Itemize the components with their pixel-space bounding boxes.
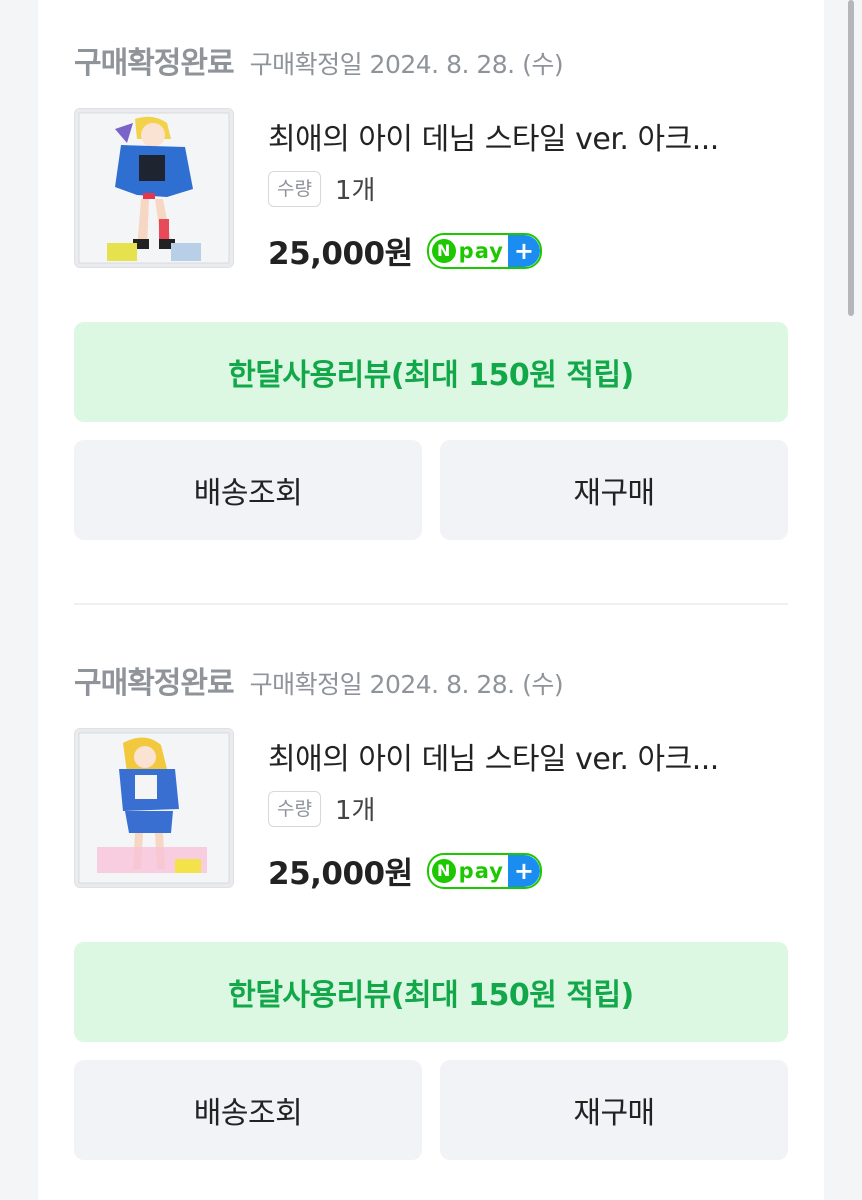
monthly-review-button[interactable]: 한달사용리뷰(최대 150원 적립) bbox=[74, 322, 788, 422]
npay-plus-badge: N pay + bbox=[426, 852, 542, 889]
product-image bbox=[75, 109, 233, 267]
plus-icon: + bbox=[507, 234, 540, 267]
product-image bbox=[75, 729, 233, 887]
npay-text: pay bbox=[458, 238, 504, 263]
monthly-review-button[interactable]: 한달사용리뷰(최대 150원 적립) bbox=[74, 942, 788, 1042]
quantity-label: 수량 bbox=[268, 170, 321, 207]
npay-plus-badge: N pay + bbox=[426, 232, 542, 269]
product-price: 25,000원 bbox=[268, 856, 413, 892]
price-row: 25,000원 N pay + bbox=[268, 848, 542, 893]
order-status: 구매확정완료 bbox=[74, 666, 235, 701]
product-thumbnail[interactable] bbox=[74, 108, 234, 268]
product-name[interactable]: 최애의 아이 데님 스타일 ver. 아크... bbox=[268, 114, 719, 158]
npay-n-icon: N bbox=[431, 858, 456, 883]
quantity-label: 수량 bbox=[268, 790, 321, 827]
rebuy-button[interactable]: 재구매 bbox=[440, 440, 788, 540]
scrollbar[interactable] bbox=[848, 0, 854, 316]
order-list: 구매확정완료 구매확정일 2024. 8. 28. (수) 최애의 아이 데님 … bbox=[38, 0, 824, 1200]
order-item: 구매확정완료 구매확정일 2024. 8. 28. (수) 최애의 아이 데님 … bbox=[38, 620, 824, 1180]
track-shipping-button[interactable]: 배송조회 bbox=[74, 1060, 422, 1160]
track-shipping-button[interactable]: 배송조회 bbox=[74, 440, 422, 540]
quantity-row: 수량 1개 bbox=[268, 790, 375, 827]
price-row: 25,000원 N pay + bbox=[268, 228, 542, 273]
divider bbox=[74, 603, 788, 605]
product-name[interactable]: 최애의 아이 데님 스타일 ver. 아크... bbox=[268, 734, 719, 778]
order-confirm-date: 구매확정일 2024. 8. 28. (수) bbox=[249, 670, 564, 699]
order-item: 구매확정완료 구매확정일 2024. 8. 28. (수) 최애의 아이 데님 … bbox=[38, 0, 824, 560]
npay-n-icon: N bbox=[431, 238, 456, 263]
npay-text: pay bbox=[458, 858, 504, 883]
order-confirm-date: 구매확정일 2024. 8. 28. (수) bbox=[249, 50, 564, 79]
product-thumbnail[interactable] bbox=[74, 728, 234, 888]
plus-icon: + bbox=[507, 854, 540, 887]
quantity-value: 1개 bbox=[334, 176, 376, 206]
order-status: 구매확정완료 bbox=[74, 46, 235, 81]
order-status-row: 구매확정완료 구매확정일 2024. 8. 28. (수) bbox=[74, 38, 564, 82]
order-status-row: 구매확정완료 구매확정일 2024. 8. 28. (수) bbox=[74, 658, 564, 702]
product-price: 25,000원 bbox=[268, 236, 413, 272]
quantity-value: 1개 bbox=[334, 796, 376, 826]
rebuy-button[interactable]: 재구매 bbox=[440, 1060, 788, 1160]
quantity-row: 수량 1개 bbox=[268, 170, 375, 207]
